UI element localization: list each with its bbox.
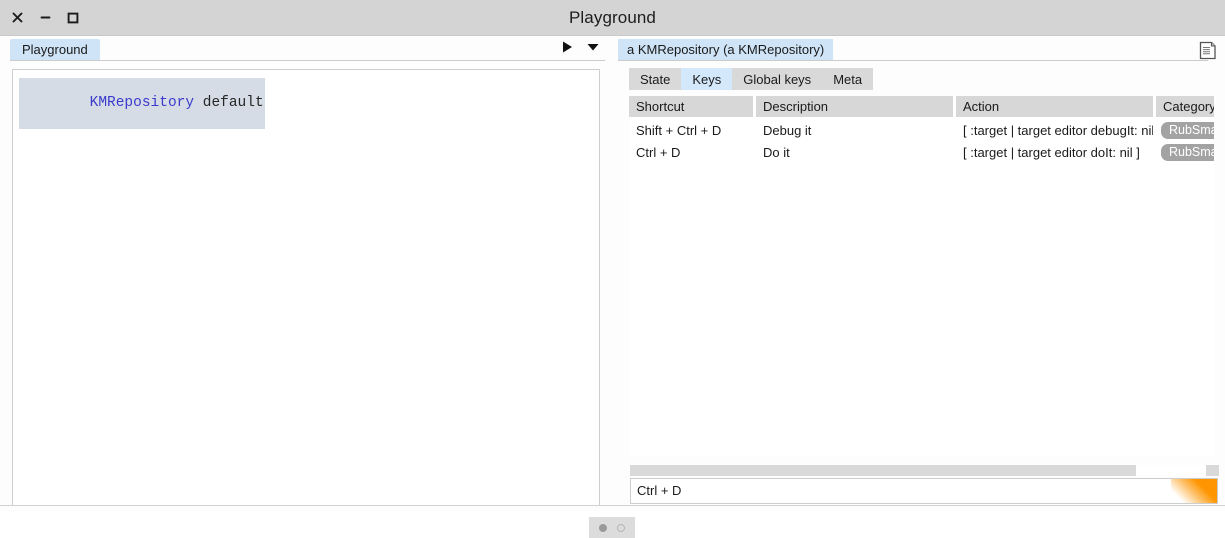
inspector-subtabs: State Keys Global keys Meta [629,68,874,90]
window-title: Playground [568,7,656,27]
selected-shortcut-value: Ctrl + D [637,483,682,498]
column-header-description[interactable]: Description [756,96,953,117]
cell-action: [ :target | target editor debugIt: nil ] [963,122,1153,138]
pager-dot-active[interactable] [599,523,607,532]
playground-toolbar [562,41,599,53]
playground-tab-strip: Playground [10,39,605,61]
subtab-keys[interactable]: Keys [681,68,733,90]
column-header-category[interactable]: Category [1156,96,1214,117]
scrollbar-thumb[interactable] [630,465,1136,476]
column-header-shortcut[interactable]: Shortcut [629,96,753,117]
table-row[interactable]: Shift + Ctrl + D Debug it [ :target | ta… [629,119,1214,141]
unsaved-changes-marker [1171,479,1217,503]
inspector-tab-strip: a KMRepository (a KMRepository) [618,39,1208,61]
minimize-icon[interactable] [38,11,52,25]
bottom-divider [0,505,1225,506]
code-editor[interactable]: KMRepository default [12,69,600,506]
table-header-row: Shortcut Description Action Category [629,96,1214,117]
playground-pane: Playground KMRepository default [0,36,612,511]
code-token-message: default [194,95,264,111]
scrollbar-right-arrow[interactable] [1206,465,1219,476]
subtab-global-keys[interactable]: Global keys [732,68,823,90]
document-icon[interactable] [1199,41,1217,60]
category-badge: RubSmalltalkEditor [1161,143,1214,161]
category-badge: RubSmalltalkEditor [1161,121,1214,139]
workspace: Playground KMRepository default a KMRepo… [0,35,1225,538]
tab-kmrepository[interactable]: a KMRepository (a KMRepository) [618,39,834,60]
cell-shortcut: Ctrl + D [636,144,681,160]
window-controls [10,0,80,35]
cell-action: [ :target | target editor doIt: nil ] [963,144,1140,160]
tab-playground[interactable]: Playground [10,39,100,60]
close-icon[interactable] [10,11,24,25]
cell-category: RubSmalltalkEditor [1156,119,1214,141]
table-row[interactable]: Ctrl + D Do it [ :target | target editor… [629,141,1214,163]
inspector-pane: a KMRepository (a KMRepository) State Ke… [612,36,1225,511]
cell-category: RubSmalltalkEditor [1156,141,1214,163]
column-header-action[interactable]: Action [956,96,1153,117]
cell-description: Do it [763,144,790,160]
horizontal-scrollbar[interactable] [630,465,1219,476]
pager-dot-inactive[interactable] [617,523,625,532]
cell-shortcut: Shift + Ctrl + D [636,122,722,138]
code-line: KMRepository default [19,78,265,129]
title-bar: Playground [0,0,1225,35]
subtab-state[interactable]: State [629,68,682,90]
cell-description: Debug it [763,122,812,138]
subtab-meta[interactable]: Meta [822,68,874,90]
inspector-tab-underline [618,60,1208,61]
keys-table: Shortcut Description Action Category Shi… [629,96,1214,456]
playground-tab-underline [10,60,605,61]
code-token-class: KMRepository [89,95,195,111]
pager-dots [589,517,635,538]
selected-shortcut-field[interactable]: Ctrl + D [630,478,1218,504]
play-triangle-icon[interactable] [562,41,573,53]
maximize-icon[interactable] [66,11,80,25]
dropdown-triangle-icon[interactable] [587,43,599,51]
